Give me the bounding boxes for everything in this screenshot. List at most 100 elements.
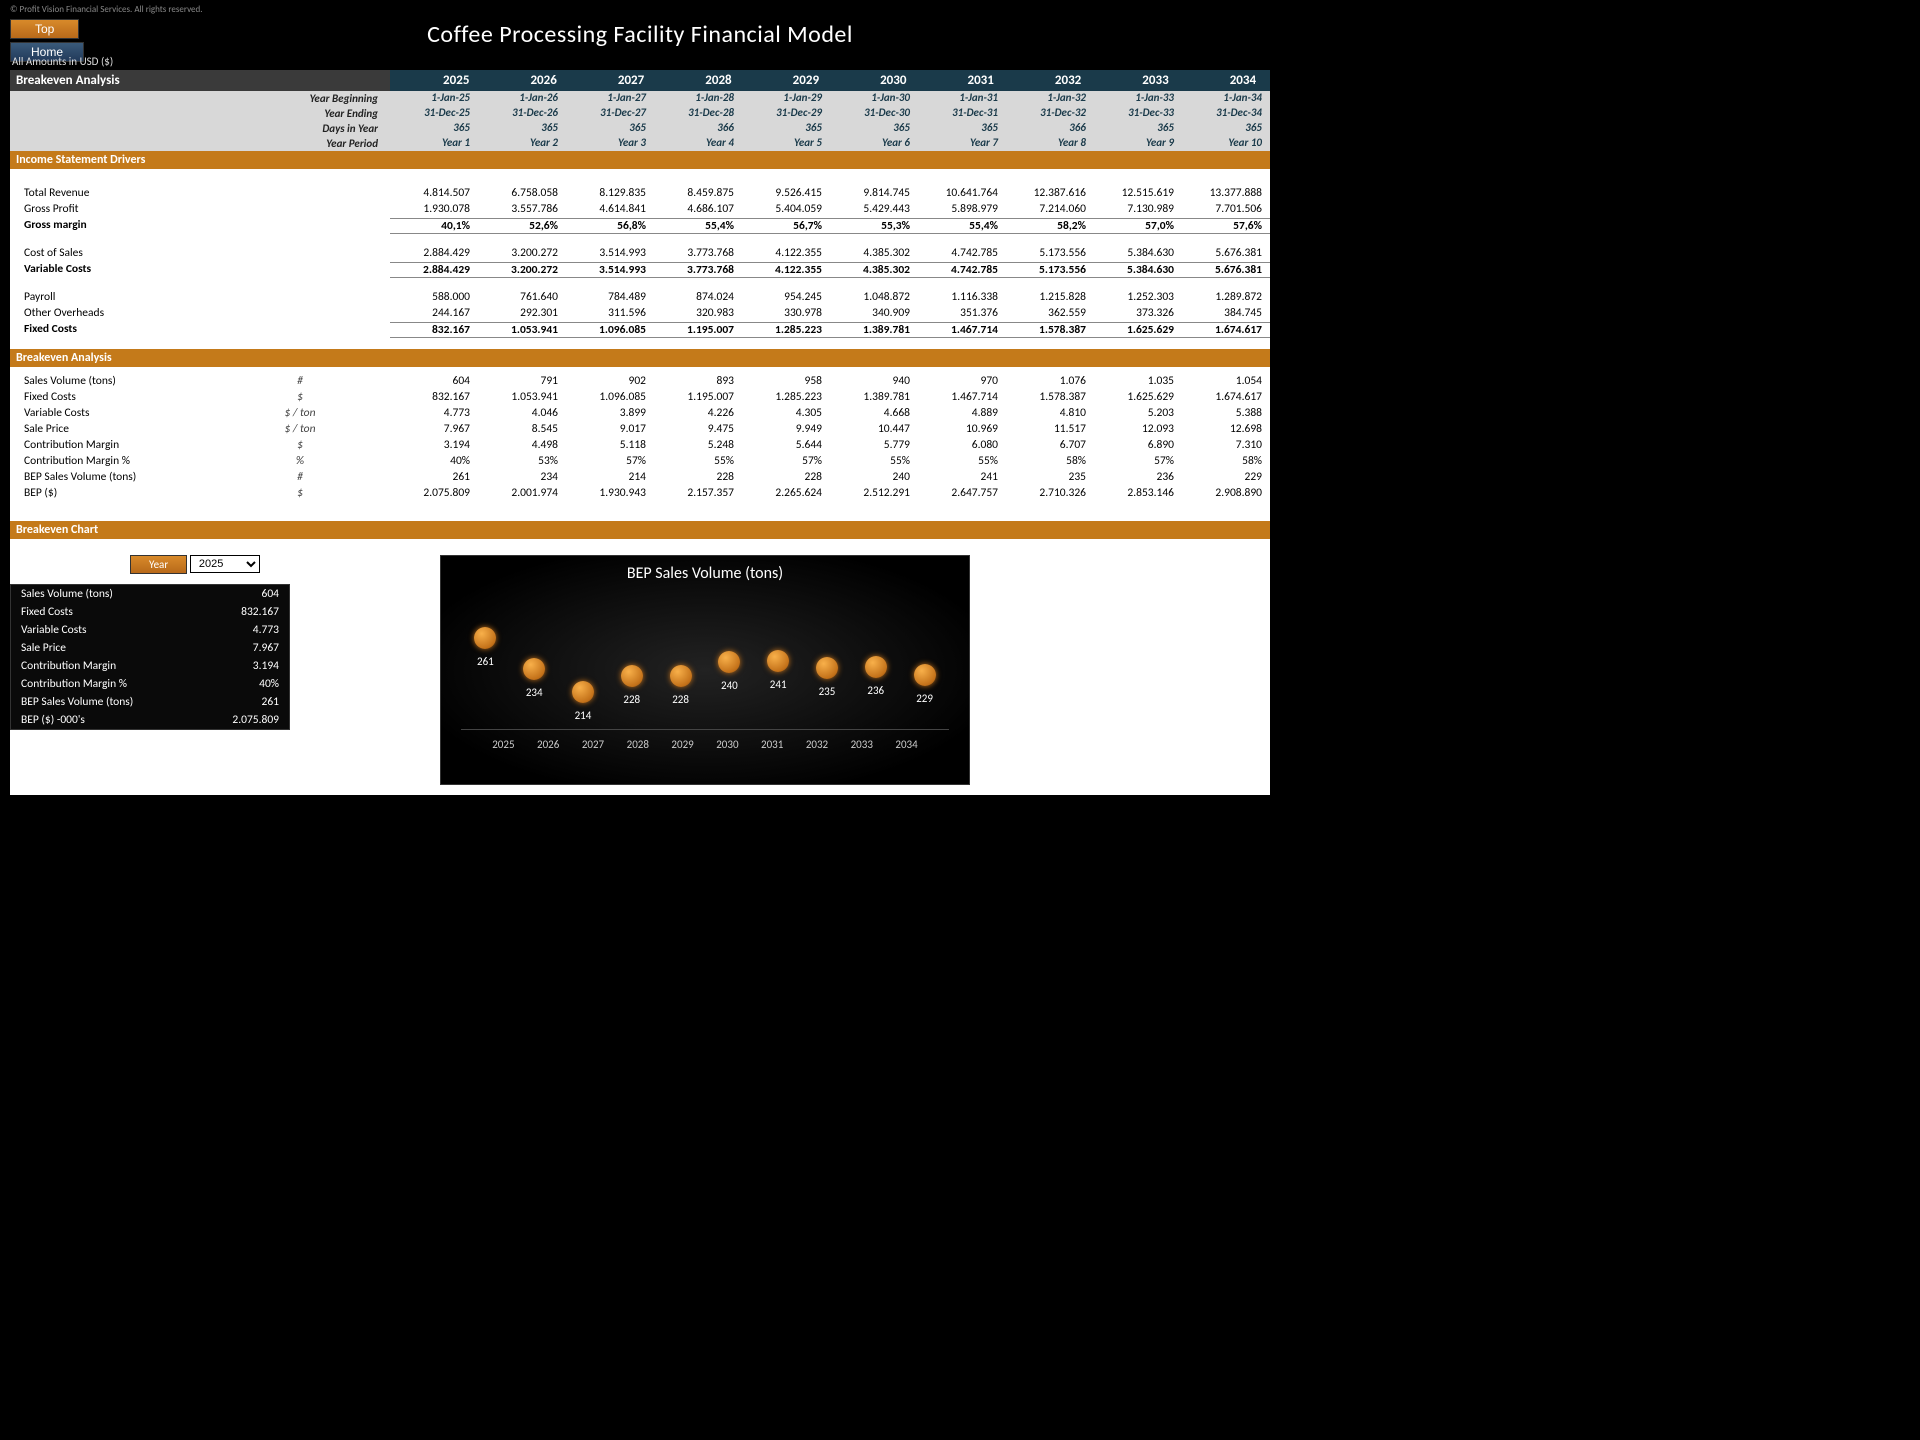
data-cell: 4.122.355 xyxy=(742,262,830,278)
meta-cell: Year 2 xyxy=(478,136,566,151)
data-cell: 12.387.616 xyxy=(1006,186,1094,200)
data-cell: 53% xyxy=(478,454,566,468)
data-cell: 240 xyxy=(830,470,918,484)
income-section: Total Revenue4.814.5076.758.0588.129.835… xyxy=(10,169,1270,349)
data-cell: 261 xyxy=(390,470,478,484)
summary-row: BEP ($) -000's2.075.809 xyxy=(11,711,289,729)
data-cell: 7.214.060 xyxy=(1006,202,1094,216)
breakeven2-header: Breakeven Analysis xyxy=(10,349,1270,367)
page-title: Coffee Processing Facility Financial Mod… xyxy=(10,20,1270,49)
data-cell: 10.447 xyxy=(830,422,918,436)
data-cell: 55,4% xyxy=(918,218,1006,234)
data-cell: 5.676.381 xyxy=(1182,262,1270,278)
meta-cell: 365 xyxy=(918,121,1006,136)
meta-cell: 31-Dec-30 xyxy=(830,106,918,121)
data-cell: 228 xyxy=(654,470,742,484)
meta-cell: 31-Dec-25 xyxy=(390,106,478,121)
meta-cell: 1-Jan-33 xyxy=(1094,91,1182,106)
dot-icon xyxy=(914,664,936,686)
summary-value: 4.773 xyxy=(253,623,279,637)
breakeven-section: Sales Volume (tons)#60479190289395894097… xyxy=(10,367,1270,521)
data-cell: 832.167 xyxy=(390,322,478,338)
data-cell: 9.949 xyxy=(742,422,830,436)
meta-vals: 365365365366365365365366365365 xyxy=(390,121,1270,136)
summary-row: Sales Volume (tons)604 xyxy=(11,585,289,603)
meta-cell: 365 xyxy=(1094,121,1182,136)
bep-chart: BEP Sales Volume (tons) 2612342142282282… xyxy=(440,555,970,785)
meta-cell: Year 6 xyxy=(830,136,918,151)
row-label: Sales Volume (tons) xyxy=(10,374,210,388)
summary-label: Contribution Margin xyxy=(21,659,116,673)
row-unit: $ xyxy=(210,486,390,500)
row-label: Total Revenue xyxy=(10,186,210,200)
meta-cell: 31-Dec-33 xyxy=(1094,106,1182,121)
data-cell: 55,4% xyxy=(654,218,742,234)
data-cell: 5.429.443 xyxy=(830,202,918,216)
data-cell: 893 xyxy=(654,374,742,388)
data-cell: 1.930.943 xyxy=(566,486,654,500)
year-button[interactable]: Year xyxy=(130,555,187,574)
chart-value-label: 235 xyxy=(805,685,849,698)
meta-label: Year Period xyxy=(10,136,390,151)
meta-vals: 31-Dec-2531-Dec-2631-Dec-2731-Dec-2831-D… xyxy=(390,106,1270,121)
data-cell: 940 xyxy=(830,374,918,388)
data-cell: 1.467.714 xyxy=(918,390,1006,404)
data-cell: 4.742.785 xyxy=(918,246,1006,260)
meta-label: Year Ending xyxy=(10,106,390,121)
copyright: © Profit Vision Financial Services. All … xyxy=(10,4,1270,15)
meta-cell: 1-Jan-32 xyxy=(1006,91,1094,106)
data-cell: 228 xyxy=(742,470,830,484)
row-label: Fixed Costs xyxy=(10,390,210,404)
year-col: 2026 xyxy=(477,73,564,88)
row-label: Variable Costs xyxy=(10,262,210,278)
data-cell: 2.710.326 xyxy=(1006,486,1094,500)
summary-row: BEP Sales Volume (tons)261 xyxy=(11,693,289,711)
data-cell: 2.157.357 xyxy=(654,486,742,500)
dot-icon xyxy=(523,658,545,680)
data-cell: 2.647.757 xyxy=(918,486,1006,500)
chart-value-label: 234 xyxy=(512,686,556,699)
data-cell: 7.310 xyxy=(1182,438,1270,452)
data-cell: 1.289.872 xyxy=(1182,290,1270,304)
data-cell: 1.195.007 xyxy=(654,322,742,338)
data-cell: 1.625.629 xyxy=(1094,390,1182,404)
data-cell: 4.385.302 xyxy=(830,262,918,278)
data-cell: 7.701.506 xyxy=(1182,202,1270,216)
meta-cell: 1-Jan-25 xyxy=(390,91,478,106)
data-cell: 57% xyxy=(566,454,654,468)
row-unit: $ / ton xyxy=(210,406,390,420)
row-label: Contribution Margin % xyxy=(10,454,210,468)
data-cell: 1.285.223 xyxy=(742,322,830,338)
data-cell: 5.118 xyxy=(566,438,654,452)
year-col: 2034 xyxy=(1177,73,1264,88)
summary-value: 2.075.809 xyxy=(232,713,279,727)
chart-value-label: 241 xyxy=(756,678,800,691)
data-cell: 330.978 xyxy=(742,306,830,320)
chart-value-label: 228 xyxy=(659,693,703,706)
data-cell: 57,0% xyxy=(1094,218,1182,234)
data-cell: 1.467.714 xyxy=(918,322,1006,338)
data-cell: 9.814.745 xyxy=(830,186,918,200)
top-button[interactable]: Top xyxy=(10,19,79,39)
row-label: Fixed Costs xyxy=(10,322,210,338)
row-unit: $ xyxy=(210,390,390,404)
data-cell: 1.215.828 xyxy=(1006,290,1094,304)
year-select[interactable]: 2025 xyxy=(190,555,260,573)
data-cell: 1.389.781 xyxy=(830,390,918,404)
data-cell: 58% xyxy=(1006,454,1094,468)
meta-cell: 1-Jan-30 xyxy=(830,91,918,106)
chart-point: 234 xyxy=(512,658,556,717)
meta-cell: 31-Dec-27 xyxy=(566,106,654,121)
chart-x-label: 2032 xyxy=(795,738,839,751)
data-cell: 3.773.768 xyxy=(654,262,742,278)
meta-label: Year Beginning xyxy=(10,91,390,106)
meta-vals: 1-Jan-251-Jan-261-Jan-271-Jan-281-Jan-29… xyxy=(390,91,1270,106)
chart-title: BEP Sales Volume (tons) xyxy=(441,556,969,587)
data-cell: 6.758.058 xyxy=(478,186,566,200)
data-cell: 2.853.146 xyxy=(1094,486,1182,500)
chart-point: 241 xyxy=(756,650,800,717)
data-cell: 4.385.302 xyxy=(830,246,918,260)
data-cell: 8.129.835 xyxy=(566,186,654,200)
chart-value-label: 228 xyxy=(610,693,654,706)
data-cell: 12.515.619 xyxy=(1094,186,1182,200)
